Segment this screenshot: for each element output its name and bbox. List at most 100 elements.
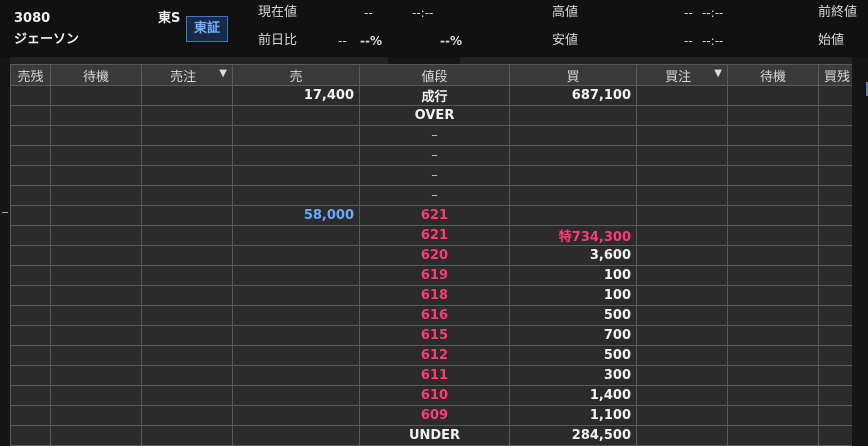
buy-qty-cell[interactable]: 100 xyxy=(509,285,637,306)
sell-qty-cell[interactable] xyxy=(232,345,360,366)
sell-standby-cell[interactable] xyxy=(50,165,142,186)
price-cell[interactable]: 成行 xyxy=(359,85,510,106)
table-row[interactable]: 58,000 621 xyxy=(10,205,852,226)
buy-qty-cell[interactable] xyxy=(509,165,637,186)
buy-remain-cell[interactable] xyxy=(818,185,852,206)
buy-order-cell[interactable] xyxy=(636,85,728,106)
sell-qty-cell[interactable] xyxy=(232,265,360,286)
buy-order-cell[interactable] xyxy=(636,365,728,386)
buy-order-cell[interactable] xyxy=(636,285,728,306)
buy-order-cell[interactable] xyxy=(636,385,728,406)
buy-remain-cell[interactable] xyxy=(818,325,852,346)
sell-standby-cell[interactable] xyxy=(50,225,142,246)
sell-qty-cell[interactable]: 17,400 xyxy=(232,85,360,106)
table-row[interactable]: 17,400 成行 687,100 xyxy=(10,85,852,106)
sell-order-cell[interactable] xyxy=(141,265,233,286)
sell-order-cell[interactable] xyxy=(141,305,233,326)
table-row[interactable]: 621 特734,300 xyxy=(10,225,852,246)
sell-standby-cell[interactable] xyxy=(50,85,142,106)
sell-remain-cell[interactable] xyxy=(10,345,51,366)
col-sell-order[interactable]: 売注 ▼ xyxy=(141,64,233,86)
price-cell[interactable]: 615 xyxy=(359,325,510,346)
price-cell[interactable]: 621 xyxy=(359,205,510,226)
table-row[interactable]: 616 500 xyxy=(10,305,852,326)
sell-order-cell[interactable] xyxy=(141,425,233,446)
col-sell[interactable]: 売 xyxy=(232,64,360,86)
price-cell[interactable]: 619 xyxy=(359,265,510,286)
buy-standby-cell[interactable] xyxy=(727,365,819,386)
buy-standby-cell[interactable] xyxy=(727,125,819,146)
buy-remain-cell[interactable] xyxy=(818,85,852,106)
buy-remain-cell[interactable] xyxy=(818,225,852,246)
sell-qty-cell[interactable] xyxy=(232,165,360,186)
buy-standby-cell[interactable] xyxy=(727,185,819,206)
buy-remain-cell[interactable] xyxy=(818,105,852,126)
buy-qty-cell[interactable]: 284,500 xyxy=(509,425,637,446)
buy-order-cell[interactable] xyxy=(636,305,728,326)
sell-order-cell[interactable] xyxy=(141,385,233,406)
buy-order-cell[interactable] xyxy=(636,425,728,446)
sell-remain-cell[interactable] xyxy=(10,105,51,126)
sell-order-cell[interactable] xyxy=(141,225,233,246)
sell-standby-cell[interactable] xyxy=(50,185,142,206)
sell-standby-cell[interactable] xyxy=(50,325,142,346)
sell-standby-cell[interactable] xyxy=(50,425,142,446)
buy-standby-cell[interactable] xyxy=(727,345,819,366)
buy-qty-cell[interactable]: 1,100 xyxy=(509,405,637,426)
sell-qty-cell[interactable] xyxy=(232,145,360,166)
buy-remain-cell[interactable] xyxy=(818,125,852,146)
sell-order-cell[interactable] xyxy=(141,105,233,126)
sell-remain-cell[interactable] xyxy=(10,225,51,246)
buy-qty-cell[interactable]: 700 xyxy=(509,325,637,346)
sell-qty-cell[interactable]: 58,000 xyxy=(232,205,360,226)
sell-order-cell[interactable] xyxy=(141,185,233,206)
table-row[interactable]: OVER xyxy=(10,105,852,126)
sell-standby-cell[interactable] xyxy=(50,125,142,146)
sell-remain-cell[interactable] xyxy=(10,385,51,406)
buy-order-cell[interactable] xyxy=(636,185,728,206)
buy-remain-cell[interactable] xyxy=(818,285,852,306)
buy-standby-cell[interactable] xyxy=(727,385,819,406)
price-cell[interactable]: 618 xyxy=(359,285,510,306)
sell-qty-cell[interactable] xyxy=(232,105,360,126)
sort-down-icon[interactable]: ▼ xyxy=(219,68,227,79)
buy-qty-cell[interactable]: 300 xyxy=(509,365,637,386)
sell-standby-cell[interactable] xyxy=(50,365,142,386)
sell-standby-cell[interactable] xyxy=(50,205,142,226)
table-row[interactable]: 610 1,400 xyxy=(10,385,852,406)
buy-order-cell[interactable] xyxy=(636,205,728,226)
buy-order-cell[interactable] xyxy=(636,225,728,246)
col-buy-remain[interactable]: 買残 xyxy=(818,64,852,86)
sell-qty-cell[interactable] xyxy=(232,425,360,446)
exchange-badge[interactable]: 東証 xyxy=(186,16,228,42)
buy-standby-cell[interactable] xyxy=(727,245,819,266)
price-cell[interactable]: UNDER xyxy=(359,425,510,446)
sell-standby-cell[interactable] xyxy=(50,265,142,286)
table-row[interactable]: – xyxy=(10,185,852,206)
sell-order-cell[interactable] xyxy=(141,285,233,306)
sell-remain-cell[interactable] xyxy=(10,205,51,226)
sell-standby-cell[interactable] xyxy=(50,245,142,266)
buy-order-cell[interactable] xyxy=(636,245,728,266)
buy-standby-cell[interactable] xyxy=(727,145,819,166)
price-cell[interactable]: 609 xyxy=(359,405,510,426)
buy-standby-cell[interactable] xyxy=(727,405,819,426)
sell-remain-cell[interactable] xyxy=(10,285,51,306)
sell-qty-cell[interactable] xyxy=(232,285,360,306)
buy-order-cell[interactable] xyxy=(636,145,728,166)
buy-standby-cell[interactable] xyxy=(727,325,819,346)
price-cell[interactable]: – xyxy=(359,165,510,186)
buy-remain-cell[interactable] xyxy=(818,345,852,366)
sell-remain-cell[interactable] xyxy=(10,365,51,386)
buy-qty-cell[interactable] xyxy=(509,185,637,206)
sell-remain-cell[interactable] xyxy=(10,125,51,146)
table-row[interactable]: 619 100 xyxy=(10,265,852,286)
sell-qty-cell[interactable] xyxy=(232,185,360,206)
sell-remain-cell[interactable] xyxy=(10,305,51,326)
sell-order-cell[interactable] xyxy=(141,405,233,426)
sell-order-cell[interactable] xyxy=(141,125,233,146)
sell-qty-cell[interactable] xyxy=(232,325,360,346)
sell-remain-cell[interactable] xyxy=(10,145,51,166)
table-row[interactable]: 618 100 xyxy=(10,285,852,306)
buy-qty-cell[interactable] xyxy=(509,105,637,126)
